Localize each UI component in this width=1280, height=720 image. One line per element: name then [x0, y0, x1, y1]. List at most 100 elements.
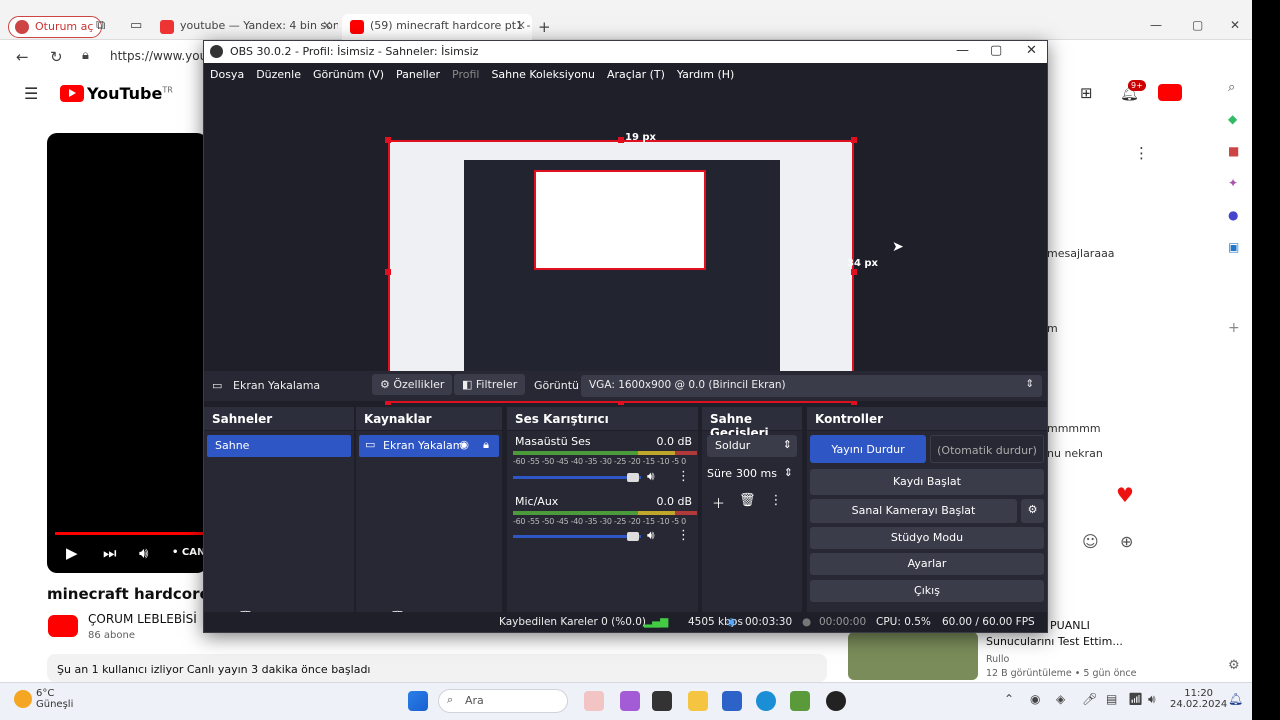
speaker-icon[interactable]: 🔊︎: [647, 469, 655, 484]
channel-name[interactable]: ÇORUM LEBLEBİSİ: [88, 612, 197, 626]
volume-slider[interactable]: [513, 535, 641, 538]
search-icon[interactable]: ⌕: [1228, 80, 1235, 95]
menu-duzenle[interactable]: Düzenle: [256, 68, 301, 85]
next-icon[interactable]: ⏭: [103, 544, 117, 562]
windows-start-icon[interactable]: [408, 691, 428, 711]
filters-button[interactable]: ◧ Filtreler: [454, 374, 526, 395]
video-description[interactable]: Şu an 1 kullanıcı izliyor Canlı yayın 3 …: [47, 654, 827, 682]
play-icon[interactable]: ▶: [66, 544, 78, 562]
notification-bell-icon[interactable]: 🔔︎: [1228, 692, 1243, 706]
start-recording-button[interactable]: Kaydı Başlat: [810, 469, 1044, 495]
profile-button[interactable]: Oturum aç: [8, 16, 103, 38]
screen-capture-preview[interactable]: [388, 140, 854, 403]
add-sidebar-icon[interactable]: +: [1228, 320, 1240, 336]
create-icon[interactable]: ⊞: [1080, 84, 1093, 102]
stop-stream-button[interactable]: Yayını Durdur: [810, 435, 926, 463]
add-icon[interactable]: ⊕: [1120, 532, 1133, 551]
virtual-camera-button[interactable]: Sanal Kamerayı Başlat: [810, 499, 1017, 523]
minimize-button[interactable]: —: [1150, 18, 1162, 32]
new-tab-button[interactable]: +: [538, 18, 551, 36]
more-icon[interactable]: ⋮: [677, 469, 690, 484]
add-transition-icon[interactable]: ＋: [712, 493, 725, 512]
games-icon[interactable]: ✦: [1228, 176, 1238, 190]
task-view-icon[interactable]: [652, 691, 672, 711]
studio-mode-button[interactable]: Stüdyo Modu: [810, 527, 1044, 549]
volume-slider-knob[interactable]: [627, 473, 639, 482]
speaker-icon[interactable]: 🔊︎: [647, 528, 655, 543]
exit-button[interactable]: Çıkış: [810, 580, 1044, 602]
settings-icon[interactable]: ⚙: [1228, 658, 1240, 673]
resize-handle[interactable]: [851, 137, 857, 143]
eye-icon[interactable]: ◉: [459, 438, 469, 451]
tab-actions-icon[interactable]: ▭: [130, 18, 142, 33]
properties-button[interactable]: ⚙ Özellikler: [372, 374, 453, 395]
volume-slider[interactable]: [513, 476, 641, 479]
obs-preview[interactable]: 19 px 34 px: [204, 85, 1047, 405]
transition-select[interactable]: Soldur ⇕: [707, 435, 797, 457]
weather-widget[interactable]: 6°C Güneşli: [36, 688, 73, 710]
menu-araclar[interactable]: Araçlar (T): [607, 68, 665, 85]
auto-stop-button[interactable]: (Otomatik durdur): [930, 435, 1044, 463]
microphone-icon[interactable]: 🎤︎: [1082, 692, 1097, 706]
menu-sahne-koleksiyonu[interactable]: Sahne Koleksiyonu: [491, 68, 595, 85]
scene-item[interactable]: Sahne: [207, 435, 351, 457]
obs-maximize-button[interactable]: ▢: [990, 43, 1002, 58]
wifi-icon[interactable]: 📶︎: [1128, 692, 1143, 706]
menu-yardim[interactable]: Yardım (H): [677, 68, 734, 85]
edge-icon[interactable]: [756, 691, 776, 711]
more-icon[interactable]: ⋮: [677, 528, 690, 543]
more-options-icon[interactable]: ⋮: [1134, 144, 1149, 162]
display-select[interactable]: VGA: 1600x900 @ 0.0 (Birincil Ekran) ⇕: [581, 375, 1042, 397]
resize-handle[interactable]: [385, 137, 391, 143]
heart-icon[interactable]: ♥: [1116, 483, 1138, 507]
toolbox-icon[interactable]: ■: [1228, 144, 1239, 158]
tray-app-icon[interactable]: ▤: [1106, 692, 1117, 706]
recommended-title[interactable]: Sunucularını Test Ettim...: [986, 635, 1123, 648]
more-icon[interactable]: ⋮: [770, 493, 783, 512]
settings-button[interactable]: Ayarlar: [810, 553, 1044, 575]
copilot-icon[interactable]: ●: [1228, 208, 1238, 222]
taskbar-clock[interactable]: 11:20 24.02.2024: [1170, 688, 1227, 710]
taskbar-search[interactable]: ⌕ Ara: [438, 689, 568, 713]
source-item[interactable]: ▭ Ekran Yakalam ◉ 🔒︎: [359, 435, 499, 457]
obs-taskbar-icon[interactable]: [826, 691, 846, 711]
duration-input[interactable]: 300 ms ⇕: [732, 463, 797, 485]
tray-app-icon[interactable]: ◈: [1056, 692, 1065, 706]
refresh-icon[interactable]: ↻: [50, 48, 63, 66]
recommended-thumbnail[interactable]: [848, 632, 978, 680]
youtube-avatar-icon[interactable]: [1158, 84, 1182, 101]
maximize-button[interactable]: ▢: [1192, 18, 1203, 32]
tag-icon[interactable]: ◆: [1228, 112, 1237, 126]
channel-avatar[interactable]: [48, 615, 78, 637]
lock-icon[interactable]: 🔒︎: [483, 438, 489, 452]
store-icon[interactable]: [722, 691, 742, 711]
volume-slider-knob[interactable]: [627, 532, 639, 541]
volume-icon[interactable]: 🔊︎: [1148, 692, 1156, 707]
copilot-icon[interactable]: [620, 691, 640, 711]
lock-icon[interactable]: 🔒︎: [82, 48, 89, 63]
close-window-button[interactable]: ✕: [1230, 18, 1240, 32]
obs-close-button[interactable]: ✕: [1026, 43, 1037, 58]
file-explorer-icon[interactable]: [688, 691, 708, 711]
menu-paneller[interactable]: Paneller: [396, 68, 440, 85]
menu-profil[interactable]: Profil: [452, 68, 479, 85]
tab-youtube[interactable]: (59) minecraft hardcore pt1 - Yo ×: [342, 14, 532, 40]
resize-handle[interactable]: [618, 137, 624, 143]
volume-icon[interactable]: 🔊︎: [139, 544, 148, 562]
address-bar[interactable]: https://www.yout: [110, 46, 212, 66]
virtual-camera-settings-icon[interactable]: ⚙: [1021, 499, 1044, 523]
video-progress-bar[interactable]: [55, 532, 205, 535]
workspaces-icon[interactable]: ⧉: [96, 18, 105, 33]
widget-icon[interactable]: [584, 691, 604, 711]
resize-handle[interactable]: [851, 269, 857, 275]
menu-gorunum[interactable]: Görünüm (V): [313, 68, 384, 85]
delete-transition-icon[interactable]: 🗑︎: [739, 493, 756, 512]
tray-app-icon[interactable]: ◉: [1030, 692, 1040, 706]
tab-yandex[interactable]: youtube — Yandex: 4 bin sonuç ×: [152, 14, 338, 40]
tray-chevron-icon[interactable]: ⌃: [1004, 692, 1014, 706]
stepper-icon[interactable]: ⇕: [784, 466, 793, 479]
minecraft-icon[interactable]: [790, 691, 810, 711]
outlook-icon[interactable]: ▣: [1228, 240, 1239, 254]
youtube-logo[interactable]: YouTubeTR: [60, 84, 173, 103]
menu-dosya[interactable]: Dosya: [210, 68, 244, 85]
